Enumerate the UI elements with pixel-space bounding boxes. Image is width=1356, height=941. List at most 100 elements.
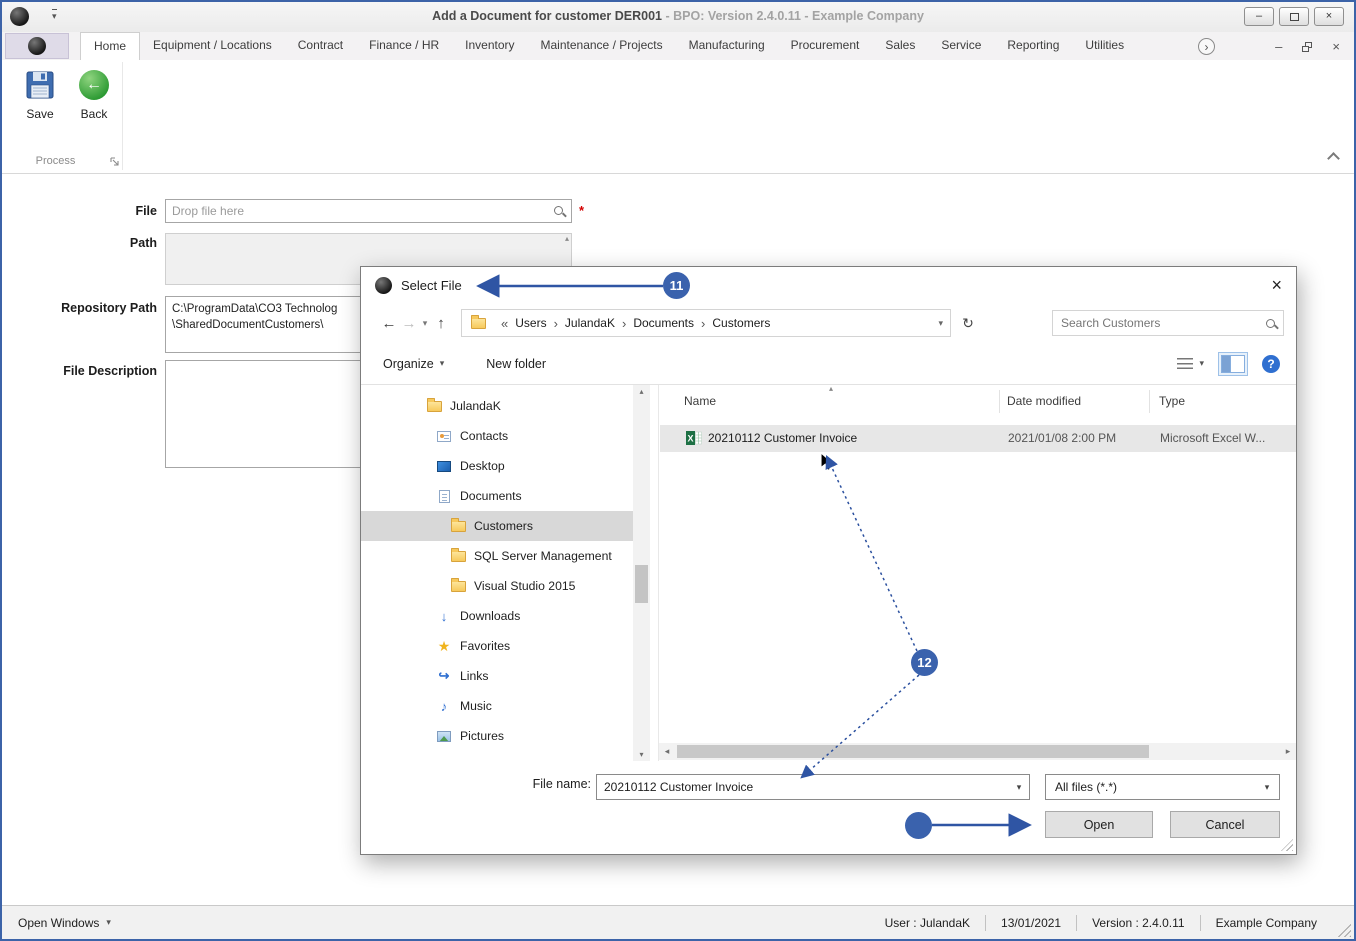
horizontal-scrollbar[interactable]: ◂ ▸ [659, 743, 1296, 760]
status-version: Version : 2.4.0.11 [1092, 915, 1185, 930]
scroll-left-icon[interactable]: ◂ [659, 743, 675, 760]
tab-service[interactable]: Service [928, 32, 994, 60]
open-windows-dropdown[interactable]: Open Windows ▾ [18, 916, 111, 930]
chevron-down-icon: ▾ [106, 917, 111, 927]
breadcrumb-separator-icon: › [701, 315, 706, 331]
tab-finance-hr[interactable]: Finance / HR [356, 32, 452, 60]
file-description-label: File Description [63, 364, 157, 378]
tab-utilities[interactable]: Utilities [1072, 32, 1137, 60]
column-header-name[interactable]: Name [684, 394, 716, 408]
file-name-dropdown-icon[interactable]: ▾ [1009, 782, 1029, 793]
resize-grip[interactable] [1336, 922, 1351, 937]
tree-item-music[interactable]: ♪ Music [361, 691, 633, 721]
back-button[interactable]: ← Back [71, 70, 117, 121]
nav-forward-button[interactable]: → [399, 315, 419, 332]
svg-text:X: X [687, 434, 693, 444]
scroll-up-icon[interactable]: ▴ [633, 387, 650, 396]
tree-item-sql-server-management[interactable]: SQL Server Management [361, 541, 633, 571]
ribbon-group-process: Save ← Back Process [5, 62, 123, 170]
tree-item-visual-studio-2015[interactable]: Visual Studio 2015 [361, 571, 633, 601]
tab-contract[interactable]: Contract [285, 32, 356, 60]
dialog-close-button[interactable]: × [1271, 276, 1282, 294]
breadcrumb[interactable]: « Users › JulandaK › Documents › Custome… [461, 309, 951, 337]
tree-item-saved-games[interactable]: Saved Games [361, 751, 633, 761]
mdi-close-button[interactable]: × [1332, 39, 1340, 54]
sort-ascending-icon: ▴ [829, 385, 834, 393]
tree-item-desktop[interactable]: Desktop [361, 451, 633, 481]
tree-item-pictures[interactable]: Pictures [361, 721, 633, 751]
dialog-launcher-icon[interactable] [110, 157, 120, 167]
tab-procurement[interactable]: Procurement [778, 32, 873, 60]
tree-item-customers[interactable]: Customers [361, 511, 633, 541]
maximize-button[interactable] [1279, 7, 1309, 26]
file-row[interactable]: X 20210112 Customer Invoice 2021/01/08 2… [660, 425, 1296, 452]
organize-button[interactable]: Organize ▾ [383, 357, 444, 371]
cancel-button[interactable]: Cancel [1170, 811, 1280, 838]
column-header-type[interactable]: Type [1159, 394, 1185, 408]
folder-icon [449, 577, 467, 592]
view-options-button[interactable]: ▾ [1177, 357, 1204, 370]
breadcrumb-dropdown-icon[interactable]: ▾ [938, 318, 943, 329]
tab-sales[interactable]: Sales [872, 32, 928, 60]
preview-pane-button[interactable] [1218, 351, 1248, 376]
new-folder-button[interactable]: New folder [486, 357, 546, 371]
scroll-up-icon[interactable]: ▴ [565, 234, 569, 243]
tab-reporting[interactable]: Reporting [994, 32, 1072, 60]
tree-item-favorites[interactable]: ★ Favorites [361, 631, 633, 661]
search-icon[interactable] [1266, 318, 1275, 328]
dialog-footer: File name: ▾ All files (*.*) ▾ Open Canc… [361, 761, 1296, 854]
nav-up-button[interactable]: ↑ [431, 315, 451, 332]
list-column-headers: ▴ Name Date modified Type [659, 385, 1296, 417]
tab-maintenance-projects[interactable]: Maintenance / Projects [528, 32, 676, 60]
search-icon[interactable] [554, 206, 563, 215]
ribbon: Save ← Back Process [2, 60, 1354, 174]
file-name-cell: 20210112 Customer Invoice [708, 431, 858, 445]
save-label: Save [26, 107, 54, 121]
resize-grip[interactable] [1281, 839, 1293, 851]
desktop-icon [435, 460, 453, 472]
open-button[interactable]: Open [1045, 811, 1153, 838]
nav-history-dropdown-icon[interactable]: ▾ [419, 318, 431, 329]
tree-item-documents[interactable]: Documents [361, 481, 633, 511]
scrollbar-thumb[interactable] [677, 745, 1149, 758]
file-name-input[interactable] [597, 780, 1009, 794]
select-file-dialog: Select File × ← → ▾ ↑ « Users › JulandaK… [360, 266, 1297, 855]
save-button[interactable]: Save [17, 70, 63, 121]
file-list-pane: ▴ Name Date modified Type X 20210112 Cus… [658, 385, 1296, 761]
tab-manufacturing[interactable]: Manufacturing [676, 32, 778, 60]
scrollbar-thumb[interactable] [635, 565, 648, 603]
tab-home[interactable]: Home [80, 32, 141, 60]
tab-scroll-right-button[interactable]: › [1198, 38, 1215, 55]
tree-item-links[interactable]: ↪ Links [361, 661, 633, 691]
search-input[interactable] [1061, 316, 1266, 330]
help-button[interactable]: ? [1262, 354, 1280, 373]
tree-item-julandak[interactable]: JulandaK [361, 391, 633, 421]
nav-back-button[interactable]: ← [379, 315, 399, 332]
minimize-button[interactable]: – [1244, 7, 1274, 26]
tree-item-downloads[interactable]: ↓ Downloads [361, 601, 633, 631]
mdi-minimize-button[interactable]: – [1275, 39, 1282, 54]
file-type-select[interactable]: All files (*.*) ▾ [1045, 774, 1280, 800]
mdi-restore-button[interactable] [1302, 41, 1313, 52]
minimize-icon: – [1255, 10, 1263, 22]
tab-equipment-locations[interactable]: Equipment / Locations [140, 32, 285, 60]
close-button[interactable]: × [1314, 7, 1344, 26]
refresh-button[interactable]: ↻ [955, 310, 981, 336]
breadcrumb-item-customers[interactable]: Customers [712, 316, 770, 330]
collapse-ribbon-icon[interactable] [1327, 152, 1340, 165]
folder-icon [469, 314, 487, 329]
tab-inventory[interactable]: Inventory [452, 32, 527, 60]
column-header-date-modified[interactable]: Date modified [1007, 394, 1081, 408]
bpo-menu-button[interactable] [5, 33, 69, 59]
scroll-down-icon[interactable]: ▾ [633, 750, 650, 759]
excel-file-icon: X [686, 431, 702, 445]
tree-item-contacts[interactable]: Contacts [361, 421, 633, 451]
tree-scrollbar[interactable]: ▴ ▾ [633, 385, 650, 761]
scroll-right-icon[interactable]: ▸ [1280, 743, 1296, 760]
maximize-icon [1289, 12, 1299, 21]
breadcrumb-item-julandak[interactable]: JulandaK [565, 316, 615, 330]
breadcrumb-overflow[interactable]: « [501, 316, 508, 331]
file-input[interactable] [166, 200, 571, 222]
breadcrumb-item-users[interactable]: Users [515, 316, 546, 330]
breadcrumb-item-documents[interactable]: Documents [633, 316, 694, 330]
